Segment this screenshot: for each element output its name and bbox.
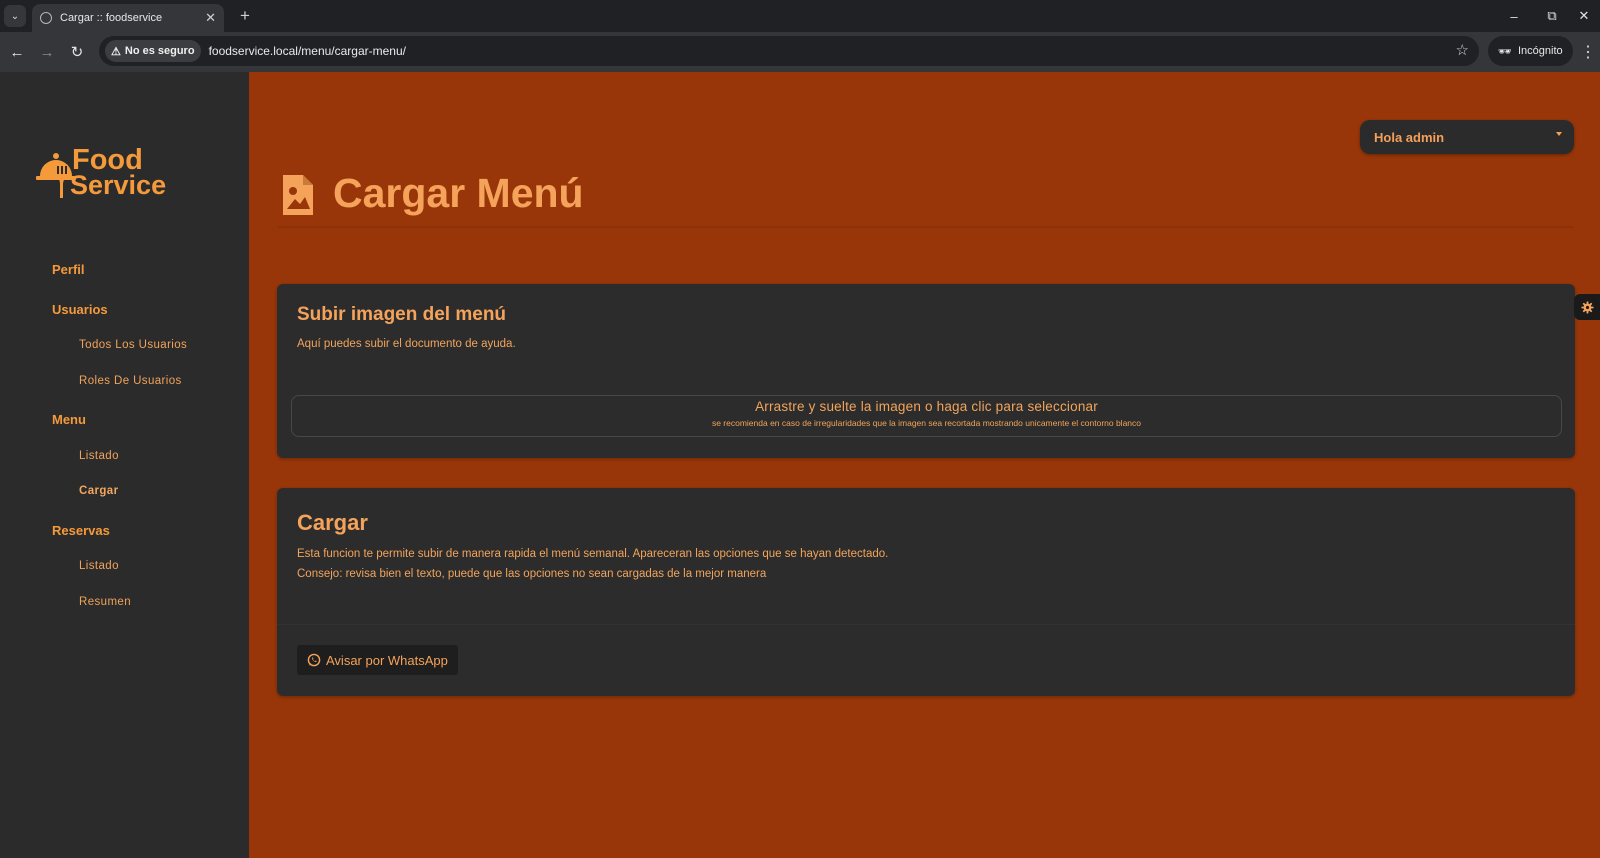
load-card-line1: Esta funcion te permite subir de manera … — [297, 548, 889, 560]
browser-toolbar: ← → ↻ ⚠ No es seguro foodservice.local/m… — [0, 32, 1600, 72]
incognito-icon: 🕶 — [1498, 45, 1512, 58]
title-divider — [278, 226, 1574, 228]
sidebar-item-menu-listado[interactable]: Listado — [79, 450, 119, 462]
image-dropzone[interactable]: Arrastre y suelte la imagen o haga clic … — [291, 395, 1562, 437]
url-text[interactable]: foodservice.local/menu/cargar-menu/ — [209, 44, 406, 58]
incognito-badge[interactable]: 🕶 Incógnito — [1488, 36, 1573, 66]
settings-gear-button[interactable] — [1574, 294, 1600, 320]
load-card-line2: Consejo: revisa bien el texto, puede que… — [297, 568, 767, 580]
dropzone-hint: se recomienda en caso de irregularidades… — [711, 418, 1142, 428]
tab-list-button[interactable]: ⌄ — [4, 5, 26, 27]
forward-arrow-icon[interactable]: → — [35, 40, 59, 64]
sidebar-item-reservas[interactable]: Reservas — [52, 523, 110, 538]
card-divider — [277, 624, 1575, 625]
upload-card-description: Aquí puedes subir el documento de ayuda. — [297, 338, 516, 350]
image-file-icon — [283, 175, 313, 215]
sidebar-item-roles-usuarios[interactable]: Roles De Usuarios — [79, 375, 182, 387]
load-card-title: Cargar — [297, 510, 368, 535]
security-label: No es seguro — [124, 45, 195, 57]
security-chip[interactable]: ⚠ No es seguro — [105, 40, 201, 62]
sidebar-item-perfil[interactable]: Perfil — [52, 262, 85, 277]
sidebar-item-reservas-resumen[interactable]: Resumen — [79, 596, 131, 608]
sidebar-item-usuarios[interactable]: Usuarios — [52, 302, 108, 317]
sidebar-item-menu-cargar[interactable]: Cargar — [79, 485, 118, 497]
back-arrow-icon[interactable]: ← — [5, 40, 29, 64]
browser-menu-icon[interactable]: ⋮ — [1580, 42, 1596, 62]
globe-icon — [40, 12, 52, 24]
logo-line-service: Service — [70, 170, 167, 200]
browser-tab-active[interactable]: Cargar :: foodservice ✕ — [32, 4, 224, 32]
user-greeting: Hola admin — [1374, 129, 1445, 145]
sidebar-item-todos-usuarios[interactable]: Todos Los Usuarios — [79, 339, 187, 351]
close-window-icon[interactable]: ✕ — [1566, 4, 1600, 28]
bookmark-star-icon[interactable]: ☆ — [1456, 41, 1469, 59]
load-menu-card: Cargar Esta funcion te permite subir de … — [277, 488, 1575, 696]
whatsapp-notify-button[interactable]: Avisar por WhatsApp — [297, 645, 458, 675]
gear-icon — [1580, 300, 1594, 314]
warning-icon: ⚠ — [111, 45, 121, 58]
whatsapp-icon — [307, 653, 321, 667]
close-tab-icon[interactable]: ✕ — [205, 10, 216, 26]
user-menu-dropdown[interactable]: Hola admin — [1360, 120, 1574, 154]
sidebar: Food Service Perfil Usuarios Todos Los U… — [0, 72, 249, 858]
page-title: Cargar Menú — [333, 170, 584, 216]
sidebar-item-menu[interactable]: Menu — [52, 412, 86, 427]
browser-tab-strip: ⌄ Cargar :: foodservice ✕ + – ⧉ ✕ — [0, 0, 1600, 32]
upload-image-card: Subir imagen del menú Aquí puedes subir … — [277, 284, 1575, 458]
upload-card-title: Subir imagen del menú — [297, 304, 507, 325]
sidebar-item-reservas-listado[interactable]: Listado — [79, 560, 119, 572]
restore-icon[interactable]: ⧉ — [1534, 4, 1570, 28]
reload-icon[interactable]: ↻ — [65, 40, 89, 64]
whatsapp-button-label: Avisar por WhatsApp — [326, 652, 448, 668]
minimize-icon[interactable]: – — [1496, 4, 1532, 28]
food-service-logo[interactable]: Food Service — [36, 146, 167, 200]
dropzone-text: Arrastre y suelte la imagen o haga clic … — [755, 399, 1098, 414]
caret-down-icon — [1556, 132, 1562, 136]
new-tab-button[interactable]: + — [234, 5, 256, 27]
address-bar[interactable]: ⚠ No es seguro foodservice.local/menu/ca… — [99, 36, 1479, 66]
tab-title: Cargar :: foodservice — [60, 12, 163, 24]
logo-wordmark: Food Service — [70, 146, 167, 200]
incognito-label: Incógnito — [1517, 45, 1563, 57]
